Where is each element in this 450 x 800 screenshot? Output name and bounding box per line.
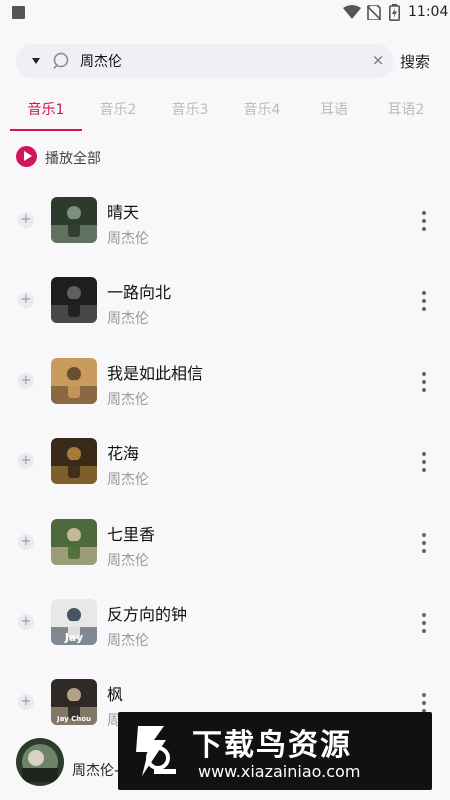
song-artist: 周杰伦 (107, 231, 149, 247)
wifi-icon (343, 5, 361, 19)
album-cover (51, 357, 97, 404)
tab-music-3[interactable]: 音乐3 (154, 99, 226, 119)
watermark-banner: 下载鸟资源 www.xiazainiao.com (118, 712, 432, 790)
now-playing-text[interactable]: 周杰伦- (72, 760, 119, 780)
song-row[interactable]: + 我是如此相信 周杰伦 (0, 341, 450, 421)
song-title: 反方向的钟 (107, 605, 188, 624)
active-tab-indicator (10, 129, 82, 131)
song-title: 花海 (107, 444, 140, 464)
song-title: 我是如此相信 (107, 363, 204, 383)
status-bar: 11:04 (0, 0, 450, 26)
now-playing-cover[interactable] (16, 738, 64, 786)
add-icon[interactable]: + (18, 292, 34, 309)
sim-off-icon (367, 5, 381, 20)
song-title: 一路向北 (107, 283, 172, 303)
tab-whisper[interactable]: 耳语 (298, 99, 370, 119)
more-options-icon[interactable] (416, 371, 432, 393)
clock: 11:04 (408, 4, 449, 20)
watermark-title: 下载鸟资源 (192, 728, 352, 763)
more-options-icon[interactable] (416, 451, 432, 473)
add-icon[interactable]: + (18, 614, 34, 630)
album-cover: Jay (51, 599, 97, 645)
song-title: 枫 (107, 685, 124, 705)
album-cover (51, 438, 97, 485)
add-icon[interactable]: + (18, 694, 34, 711)
song-row[interactable]: + 晴天周杰伦 (0, 180, 450, 260)
svg-text:Jay: Jay (64, 631, 83, 644)
more-options-icon[interactable] (416, 532, 432, 554)
song-row[interactable]: + 一路向北周杰伦 (0, 260, 450, 340)
notification-icon (12, 6, 25, 19)
album-cover (51, 197, 97, 243)
song-row[interactable]: + Jay 反方向的钟周杰伦 (0, 582, 450, 662)
add-icon[interactable]: + (18, 453, 34, 470)
song-artist: 周杰伦 (107, 391, 149, 408)
tab-music-2[interactable]: 音乐2 (82, 99, 154, 119)
add-icon[interactable]: + (18, 212, 34, 228)
song-row[interactable]: + 七里香周杰伦 (0, 502, 450, 582)
battery-charging-icon (389, 4, 400, 21)
album-cover (51, 518, 97, 565)
search-button[interactable]: 搜索 (400, 51, 430, 72)
more-options-icon[interactable] (416, 210, 432, 232)
play-icon (16, 146, 37, 167)
search-input[interactable] (80, 50, 360, 72)
song-title: 七里香 (107, 524, 156, 544)
search-icon (53, 52, 69, 69)
clear-icon[interactable]: × (370, 52, 386, 68)
song-artist: 周杰伦 (107, 311, 149, 328)
song-artist: 周杰伦 (107, 552, 149, 569)
album-cover: Jay Chou (51, 679, 97, 726)
album-cover (51, 277, 97, 324)
watermark-url: www.xiazainiao.com (198, 762, 361, 781)
svg-text:Jay Chou: Jay Chou (56, 715, 91, 723)
bird-logo-icon (136, 726, 176, 776)
add-icon[interactable]: + (18, 372, 34, 389)
song-row[interactable]: + 花海周杰伦 (0, 421, 450, 501)
more-options-icon[interactable] (416, 290, 432, 312)
tab-music-4[interactable]: 音乐4 (226, 99, 298, 119)
song-artist: 周杰伦 (107, 472, 149, 489)
play-all-label: 播放全部 (45, 151, 101, 167)
more-options-icon[interactable] (416, 612, 432, 634)
search-type-dropdown-icon[interactable] (32, 58, 40, 64)
search-box[interactable]: × (16, 44, 394, 78)
song-title: 晴天 (107, 203, 140, 222)
tab-whisper-2[interactable]: 耳语2 (370, 99, 442, 119)
song-artist: 周杰伦 (107, 633, 149, 649)
add-icon[interactable]: + (18, 533, 34, 550)
tab-music-1[interactable]: 音乐1 (10, 99, 82, 119)
tab-bar: 音乐1 音乐2 音乐3 音乐4 耳语 耳语2 (0, 90, 450, 132)
